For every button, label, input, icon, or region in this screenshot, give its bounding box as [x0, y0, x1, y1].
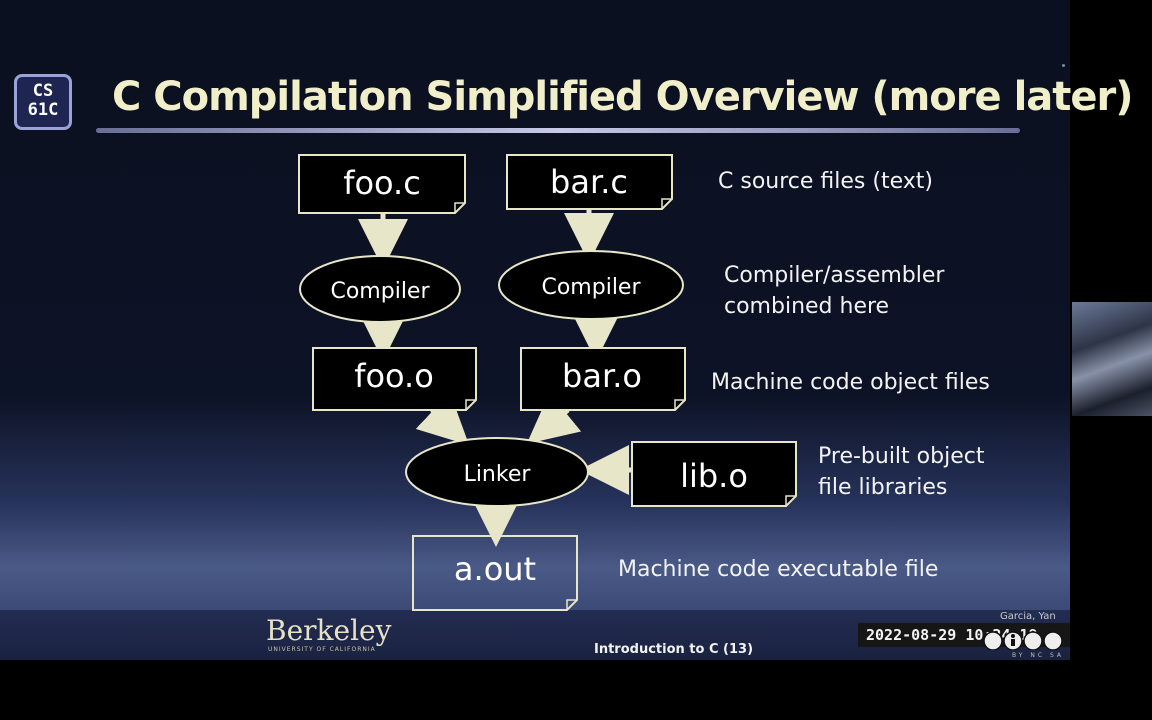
note-prebuilt-line-2: file libraries [818, 475, 948, 500]
note-object-files: Machine code object files [711, 370, 990, 395]
a-out-label: a.out [454, 550, 536, 588]
note-compiler-line-2: combined here [724, 294, 890, 319]
lecture-footer: Introduction to C (13) [594, 642, 754, 657]
bar-o-label: bar.o [562, 357, 642, 395]
bar-c-label: bar.c [550, 163, 628, 201]
video-thumbnail [1072, 302, 1152, 416]
license-labels: BY NC SA [1012, 652, 1064, 659]
note-executable-file: Machine code executable file [618, 557, 939, 582]
note-source-files: C source files (text) [718, 169, 933, 194]
foo-o-label: foo.o [354, 357, 434, 395]
compiler-left-label: Compiler [330, 279, 430, 304]
arrow-bar-o-to-linker [526, 392, 582, 444]
authors: Garcia, Yan [1000, 611, 1056, 622]
note-compiler-line-1: Compiler/assembler [724, 263, 945, 288]
berkeley-logo: Berkeley [266, 614, 392, 647]
berkeley-subtitle: UNIVERSITY OF CALIFORNIA [268, 646, 376, 653]
note-prebuilt-line-1: Pre-built object [818, 444, 985, 469]
compiler-right-label: Compiler [541, 275, 641, 300]
foo-c-label: foo.c [343, 164, 421, 202]
arrow-foo-o-to-linker [415, 392, 470, 446]
creative-commons-icon [983, 631, 1063, 650]
lib-o-label: lib.o [680, 457, 748, 495]
linker-label: Linker [464, 462, 532, 487]
